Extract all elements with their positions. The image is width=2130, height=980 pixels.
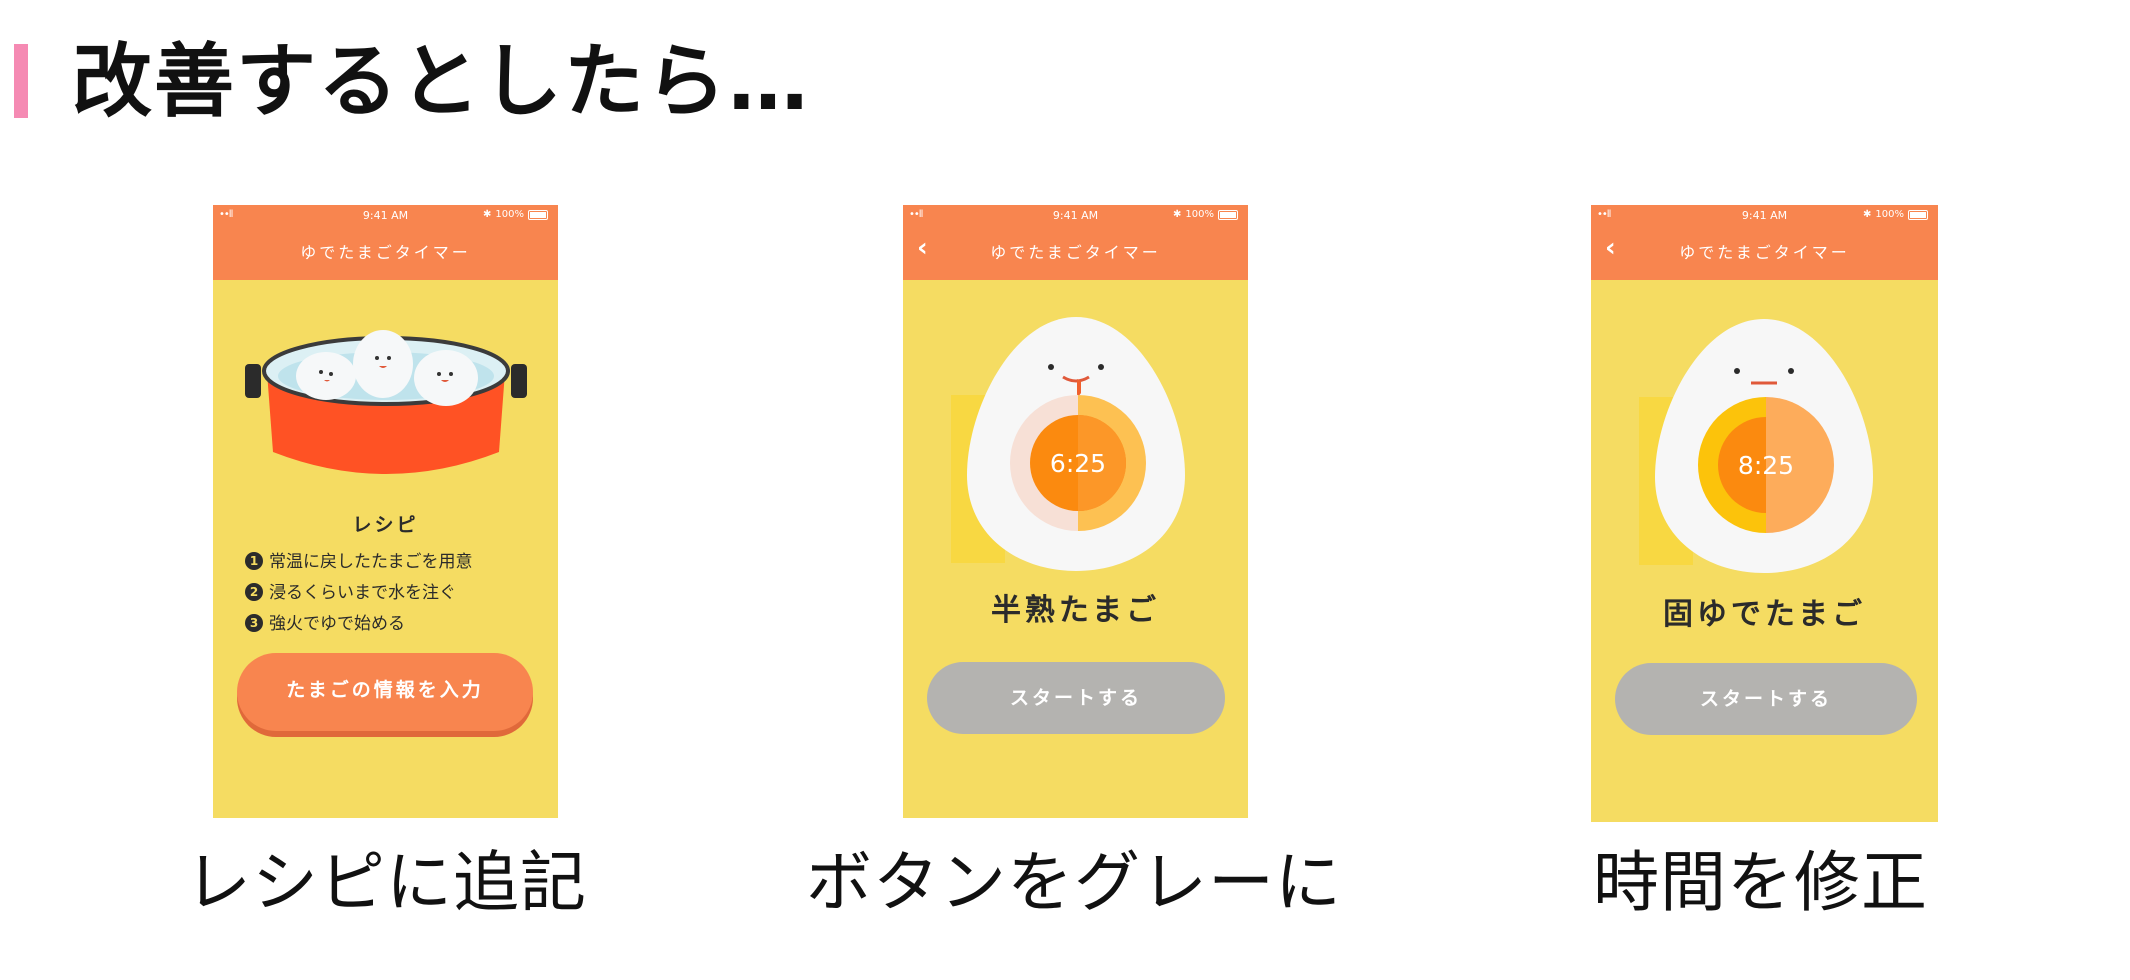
status-bar: ••ll 9:41 AM ✱ 100%: [903, 209, 1248, 225]
timer-display: 6:25: [1050, 449, 1106, 478]
caption-fix-time: 時間を修正: [1593, 844, 1928, 921]
egg-drip: [1077, 379, 1081, 396]
battery-percent: 100%: [495, 209, 524, 220]
recipe-step: 1 常温に戻したたまごを用意: [245, 547, 473, 578]
recipe-step: 3 強火でゆで始める: [245, 609, 473, 640]
pot-handle-right: [511, 364, 527, 398]
recipe-heading: レシピ: [352, 514, 419, 536]
egg-left: [296, 352, 356, 400]
status-right: ✱ 100%: [1173, 209, 1238, 220]
status-right: ✱ 100%: [1863, 209, 1928, 220]
nav-title: ゆでたまごタイマー: [300, 243, 471, 262]
caption-recipe: レシピに追記: [185, 844, 587, 921]
enter-egg-info-button[interactable]: たまごの情報を入力: [237, 653, 533, 731]
recipe-steps: 1 常温に戻したたまごを用意 2 浸るくらいまで水を注ぐ 3 強火でゆで始める: [245, 547, 473, 640]
step-number: 1: [245, 552, 263, 570]
bluetooth-icon: ✱: [1863, 209, 1872, 220]
recipe-step: 2 浸るくらいまで水を注ぐ: [245, 578, 473, 609]
phone-screen-hard-boiled: ••ll 9:41 AM ✱ 100% ‹ ゆでたまごタイマー 8:25 固ゆで…: [1591, 205, 1938, 822]
title-accent-bar: [14, 44, 28, 118]
pot-handle-left: [245, 364, 261, 398]
egg-right: [414, 350, 478, 406]
status-bar: ••ll 9:41 AM ✱ 100%: [213, 209, 558, 225]
phone-screen-soft-boiled: ••ll 9:41 AM ✱ 100% ‹ ゆでたまごタイマー 6:25 半熟た…: [903, 205, 1248, 818]
step-text: 浸るくらいまで水を注ぐ: [269, 583, 456, 603]
egg-timer-illustration: 8:25: [1639, 319, 1873, 573]
step-text: 常温に戻したたまごを用意: [269, 552, 473, 572]
caption-gray-button: ボタンをグレーに: [806, 844, 1342, 921]
start-button[interactable]: スタートする: [1615, 663, 1917, 735]
timer-display: 8:25: [1738, 451, 1794, 480]
nav-bar: ••ll 9:41 AM ✱ 100% ゆでたまごタイマー: [213, 205, 558, 280]
step-number: 2: [245, 583, 263, 601]
bluetooth-icon: ✱: [1173, 209, 1182, 220]
start-button[interactable]: スタートする: [927, 662, 1225, 734]
egg-type-label: 半熟たまご: [990, 593, 1161, 628]
bluetooth-icon: ✱: [483, 209, 492, 220]
battery-percent: 100%: [1875, 209, 1904, 220]
battery-icon: [528, 209, 548, 220]
egg-timer-illustration: 6:25: [951, 317, 1185, 571]
egg-center: [353, 330, 413, 398]
battery-icon: [1218, 209, 1238, 220]
battery-icon: [1908, 209, 1928, 220]
pot-illustration: [245, 330, 527, 474]
nav-bar: ••ll 9:41 AM ✱ 100% ‹ ゆでたまごタイマー: [903, 205, 1248, 280]
nav-title: ゆでたまごタイマー: [990, 243, 1161, 262]
battery-percent: 100%: [1185, 209, 1214, 220]
step-text: 強火でゆで始める: [269, 614, 405, 634]
status-bar: ••ll 9:41 AM ✱ 100%: [1591, 209, 1938, 225]
phone-screen-recipe: ••ll 9:41 AM ✱ 100% ゆでたまごタイマー レシピ 1 常温に戻し…: [213, 205, 558, 818]
egg-type-label: 固ゆでたまご: [1662, 597, 1867, 632]
step-number: 3: [245, 614, 263, 632]
status-right: ✱ 100%: [483, 209, 548, 220]
slide-title: 改善するとしたら…: [72, 35, 810, 128]
nav-title: ゆでたまごタイマー: [1679, 243, 1850, 262]
nav-bar: ••ll 9:41 AM ✱ 100% ‹ ゆでたまごタイマー: [1591, 205, 1938, 280]
